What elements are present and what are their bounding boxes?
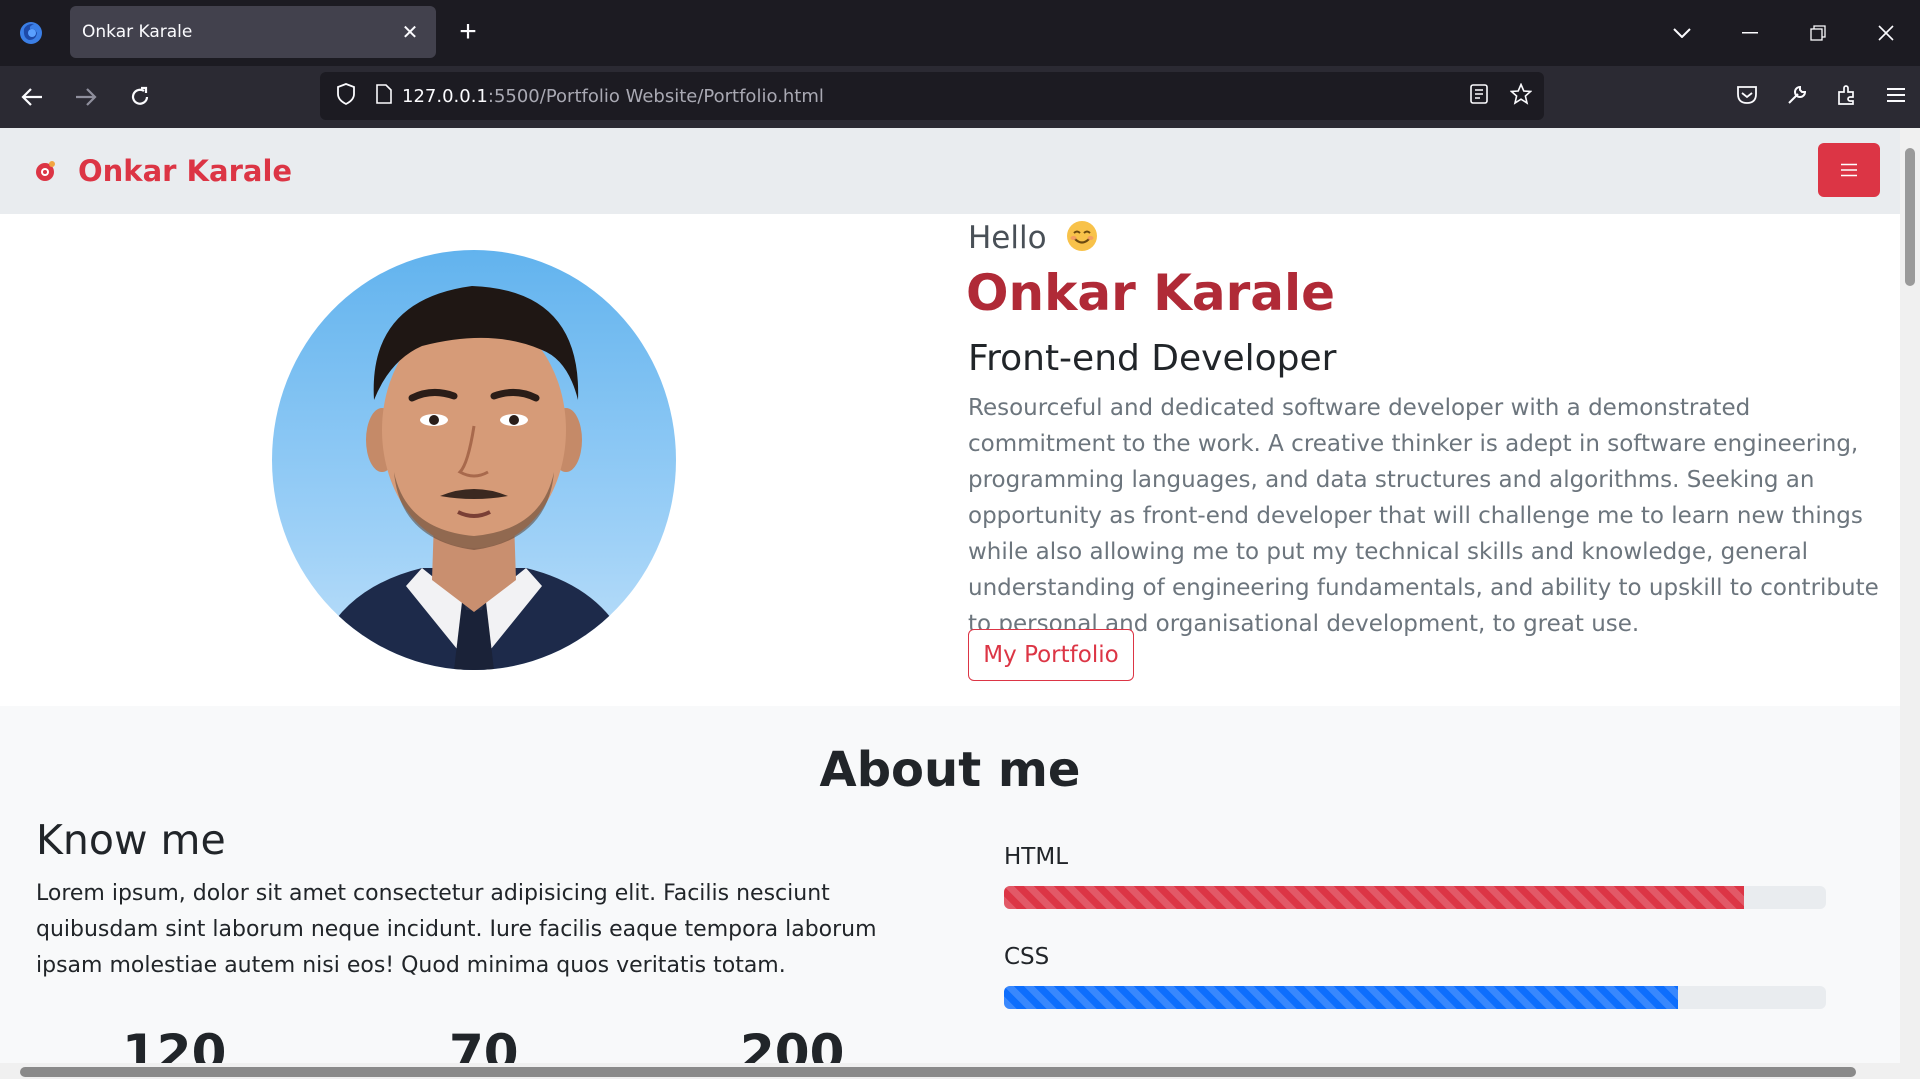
browser-tab-bar: Onkar Karale ✕ + [0,0,1920,66]
bookmark-star-icon[interactable] [1509,81,1533,110]
hero-section: Hello Onkar Karale Front-end Developer R… [0,214,1900,706]
page-viewport: Onkar Karale Hello Onkar Karale Front-en… [0,128,1920,1079]
list-all-tabs-icon[interactable] [1648,0,1716,66]
active-tab[interactable]: Onkar Karale ✕ [70,6,436,58]
know-me-text: Lorem ipsum, dolor sit amet consectetur … [36,881,877,978]
back-icon[interactable] [10,75,54,119]
wrench-icon[interactable] [1786,84,1808,111]
about-title: About me [819,742,1081,798]
skill-label-html: HTML [1004,844,1069,870]
close-tab-icon[interactable]: ✕ [398,20,422,45]
pocket-icon[interactable] [1736,85,1758,110]
hero-greeting: Hello [968,220,1098,256]
extensions-icon[interactable] [1836,84,1858,111]
vertical-scroll-thumb[interactable] [1905,148,1915,286]
brand-name: Onkar Karale [78,154,293,188]
vertical-scrollbar[interactable] [1900,128,1920,1079]
horizontal-scroll-thumb[interactable] [20,1067,1856,1077]
skill-progress-fill [1004,886,1744,909]
navbar-toggle-button[interactable] [1818,143,1880,197]
tab-title: Onkar Karale [82,22,193,42]
hero-name: Onkar Karale [966,264,1336,322]
skill-label-css: CSS [1004,944,1050,970]
profile-photo [272,250,676,670]
firefox-icon[interactable] [0,0,62,66]
reload-icon[interactable] [118,75,162,119]
browser-toolbar: 127.0.0.1:5500/Portfolio Website/Portfol… [0,66,1920,128]
page-icon [376,83,392,109]
skill-progress-fill [1004,986,1679,1009]
brand-logo-icon [36,161,55,181]
restore-button[interactable] [1784,0,1852,66]
know-me-title: Know me [36,816,226,864]
hamburger-menu-icon[interactable] [1886,87,1906,108]
close-window-button[interactable] [1852,0,1920,66]
hero-role: Front-end Developer [968,338,1337,379]
address-bar[interactable]: 127.0.0.1:5500/Portfolio Website/Portfol… [320,72,1544,120]
skill-progress-css [1004,986,1826,1009]
reader-view-icon[interactable] [1470,83,1488,109]
my-portfolio-button[interactable]: My Portfolio [968,629,1134,681]
url-path: :5500/Portfolio Website/Portfolio.html [487,85,824,107]
hero-bio: Resourceful and dedicated software devel… [968,395,1879,637]
horizontal-scrollbar[interactable] [0,1063,1900,1079]
about-section: About me Know me Lorem ipsum, dolor sit … [0,706,1900,1079]
greeting-text: Hello [968,220,1047,256]
url-text[interactable]: 127.0.0.1:5500/Portfolio Website/Portfol… [402,86,824,107]
brand[interactable]: Onkar Karale [34,154,292,188]
new-tab-button[interactable]: + [442,6,494,58]
menu-icon [1841,163,1857,177]
minimize-button[interactable] [1716,0,1784,66]
url-host: 127.0.0.1 [402,85,488,107]
smiling-face-icon [1067,221,1098,251]
skill-progress-html [1004,886,1826,909]
site-navbar: Onkar Karale [0,128,1900,214]
forward-icon[interactable] [64,75,108,119]
shield-icon[interactable] [336,82,356,110]
